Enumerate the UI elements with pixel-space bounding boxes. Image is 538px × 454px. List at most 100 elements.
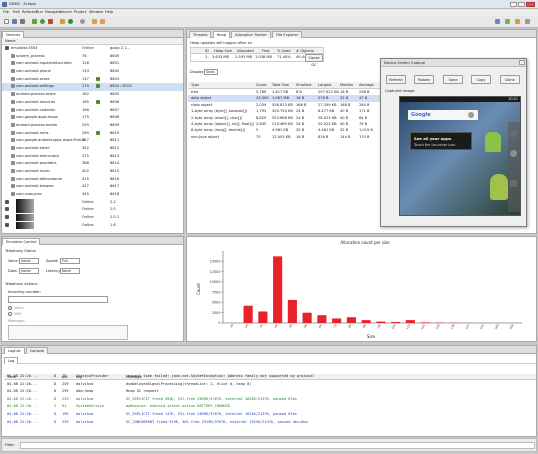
device-row[interactable]: com.android.acore 137 8603 <box>2 76 183 84</box>
tab-emulator-control[interactable]: Emulator Control <box>2 238 41 245</box>
sms-radio-button[interactable] <box>8 312 12 316</box>
launcher-icon[interactable] <box>510 150 517 157</box>
forward-icon[interactable] <box>100 19 105 24</box>
tab-heap[interactable]: Heap <box>212 31 231 38</box>
device-row[interactable]: com.android.inputmethod.latin 126 8601 <box>2 60 183 68</box>
tab-log[interactable]: Log <box>4 357 19 364</box>
run-icon[interactable] <box>40 19 45 24</box>
done-button[interactable]: Done <box>500 75 520 84</box>
cause-gc-button[interactable]: Cause GC <box>305 54 323 67</box>
back-icon[interactable] <box>92 19 97 24</box>
open-perspective-icon[interactable] <box>525 19 530 24</box>
device-row[interactable]: com.android.launcher 165 8606 <box>2 99 183 107</box>
device-row[interactable]: com.android.email 352 8612 <box>2 145 183 153</box>
voice-select[interactable]: home <box>19 258 39 264</box>
new-package-icon[interactable] <box>60 19 65 24</box>
menu-edit[interactable]: Edit <box>13 10 20 14</box>
search-icon[interactable] <box>468 112 474 118</box>
debug-perspective-icon[interactable] <box>515 19 520 24</box>
x-tick-label: 136 <box>449 323 455 330</box>
log-row[interactable]: 04-08 22:20... D 196 dalvikvm GC_EXPLICIT fr… <box>4 411 536 419</box>
display-select[interactable]: Stats <box>204 69 218 75</box>
maximize-icon[interactable] <box>518 2 525 7</box>
data-select[interactable]: home <box>19 268 39 274</box>
device-row[interactable]: com.android.calendar 166 8607 <box>2 107 183 115</box>
device-row[interactable]: com.android.defcontainer 415 8616 <box>2 176 183 184</box>
log-pid: 61 <box>62 404 67 409</box>
print-icon[interactable] <box>20 19 25 24</box>
device-row[interactable]: emulator-5554 Online gosip 2.1... <box>2 45 183 53</box>
device-row[interactable]: com.android.alarmclock 375 8613 <box>2 153 183 161</box>
device-row[interactable]: com.svox.pico 445 8618 <box>2 191 183 199</box>
device-row[interactable]: android.process.media 259 8609 <box>2 122 183 130</box>
new-class-icon[interactable] <box>68 19 73 24</box>
device-row[interactable]: com.android.phone 133 8602 <box>2 68 183 76</box>
captured-image-label: Captured image: <box>385 89 416 93</box>
menu-search[interactable]: Search <box>60 10 72 14</box>
device-row[interactable]: Online 1.6 <box>2 221 183 230</box>
device-row[interactable]: Online 2.2 <box>2 198 183 207</box>
device-row[interactable]: system_process 76 8600 <box>2 53 183 61</box>
log-row[interactable]: 04-08 22:20... I 61 SystemService mwReceive:… <box>4 403 536 411</box>
tab-logcat[interactable]: LogCat <box>4 347 25 354</box>
device-row[interactable]: android.process.acore 162 8605 <box>2 91 183 99</box>
speed-select[interactable]: Full <box>60 258 80 264</box>
menu-help[interactable]: Help <box>105 10 113 14</box>
menu-file[interactable]: File <box>3 10 9 14</box>
external-tools-icon[interactable] <box>48 19 53 24</box>
rotate-button[interactable]: Rotate <box>414 75 434 84</box>
google-search-widget[interactable]: Google <box>408 110 478 120</box>
close-icon[interactable] <box>526 2 535 7</box>
tab-threads[interactable]: Threads <box>189 31 212 38</box>
device-port: 8618 <box>110 192 120 197</box>
log-row[interactable]: 04-08 22:20... D 239 ddm-heap Heap GC reques… <box>4 388 536 396</box>
log-pid: 196 <box>62 411 69 416</box>
log-row[interactable]: 04-08 22:20... D 75 CheckinProvider request … <box>4 373 536 381</box>
device-row[interactable]: Online 2.0 <box>2 206 183 214</box>
menu-refactor[interactable]: Refactor <box>22 10 37 14</box>
copy-button[interactable]: Copy <box>471 75 491 84</box>
tab-devices[interactable]: Devices <box>2 31 25 38</box>
device-row[interactable]: com.google.apps.maps 179 8608 <box>2 114 183 122</box>
message-input[interactable] <box>8 325 128 340</box>
device-row[interactable]: com.android.mms 269 8610 <box>2 130 183 138</box>
minimize-icon[interactable] <box>510 2 517 7</box>
tab-console[interactable]: Console <box>25 347 48 354</box>
refresh-button[interactable]: Refresh <box>386 75 406 84</box>
menu-project[interactable]: Project <box>74 10 86 14</box>
device-row[interactable]: com.android.browser 427 8617 <box>2 183 183 191</box>
x-tick-label: 128 <box>435 323 441 330</box>
java-perspective-icon[interactable] <box>495 19 500 24</box>
voice-radio-button[interactable] <box>8 306 12 310</box>
save-icon[interactable] <box>12 19 17 24</box>
ddms-perspective-icon[interactable] <box>505 19 510 24</box>
device-port: 8612 <box>110 145 120 150</box>
device-name: com.android.inputmethod.latin <box>16 61 72 66</box>
heap-type-row[interactable]: non-Java object 75 12.453 KB 16 B 816 B 144 B… <box>188 134 383 140</box>
device-row[interactable]: com.android.music 402 8615 <box>2 168 183 176</box>
tab-file-explorer[interactable]: File Explorer <box>272 31 303 38</box>
log-row[interactable]: 04-08 22:20... D 239 dalvikvm GC_CONCURRENT … <box>4 419 536 427</box>
tab-allocation-tracker[interactable]: Allocation Tracker <box>231 31 271 38</box>
log-row[interactable]: 04-08 22:20... D 239 dalvikvm GC_EXPLICIT fr… <box>4 396 536 404</box>
debug-icon[interactable] <box>32 19 37 24</box>
device-row[interactable]: com.android.settings 179 8604 / 8700 <box>2 83 183 92</box>
capture-close-icon[interactable] <box>519 60 525 65</box>
device-row[interactable]: Online 2.0.1 <box>2 214 183 222</box>
phone-icon[interactable] <box>510 130 517 137</box>
incoming-number-input[interactable] <box>8 296 108 303</box>
new-icon[interactable] <box>4 19 9 24</box>
log-row[interactable]: 04-08 22:20... D 239 dalvikvm dvmDelayedSign… <box>4 381 536 389</box>
save-button[interactable]: Save <box>443 75 463 84</box>
home-wallpaper: Google See all your apps. Touch the Laun… <box>400 102 520 215</box>
menu-window[interactable]: Window <box>89 10 103 14</box>
filter-input[interactable] <box>20 442 535 449</box>
device-row[interactable]: com.android.providers 388 8614 <box>2 160 183 168</box>
search-icon[interactable] <box>80 19 85 24</box>
menu-navigate[interactable]: Navigate <box>45 10 61 14</box>
device-row[interactable]: com.google.android.apps.maps:Friend 327 86… <box>2 137 183 145</box>
device-port: 8601 <box>110 61 120 66</box>
browser-icon[interactable] <box>510 180 517 187</box>
menu-run[interactable]: Run <box>36 10 43 14</box>
latency-select[interactable]: None <box>60 268 80 274</box>
